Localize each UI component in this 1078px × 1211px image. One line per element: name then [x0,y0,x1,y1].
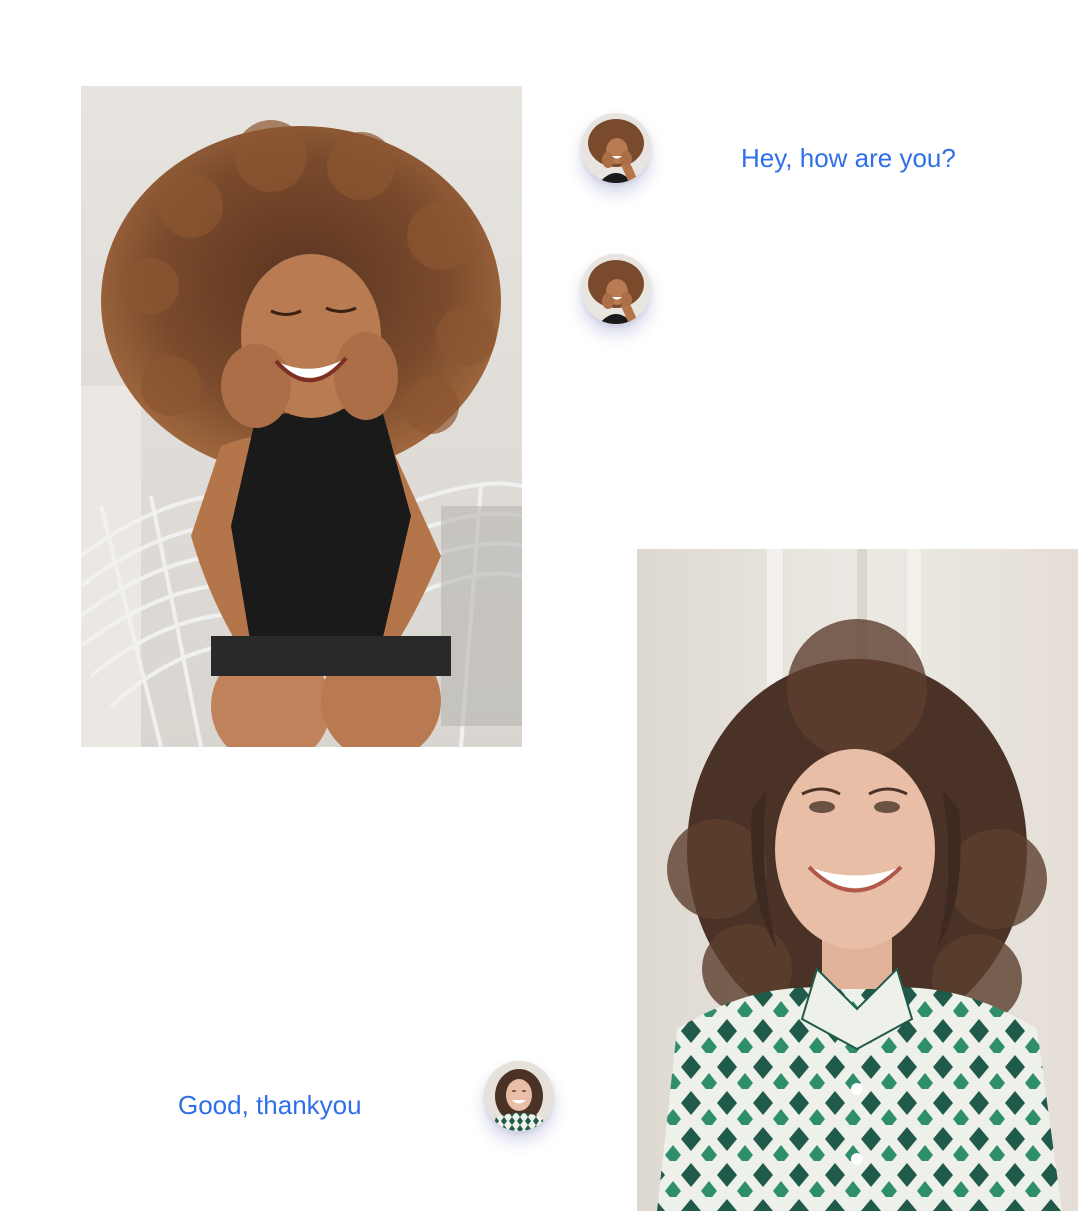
wavy-hair-woman-photo [637,549,1078,1211]
curly-hair-woman-photo [81,86,522,747]
curly-hair-woman-avatar[interactable] [581,254,651,324]
curly-hair-woman-avatar[interactable] [581,113,651,183]
chat-message-greeting: Hey, how are you? [741,143,956,173]
chat-message-reply: Good, thankyou [178,1090,362,1120]
wavy-hair-woman-avatar[interactable] [484,1061,554,1131]
